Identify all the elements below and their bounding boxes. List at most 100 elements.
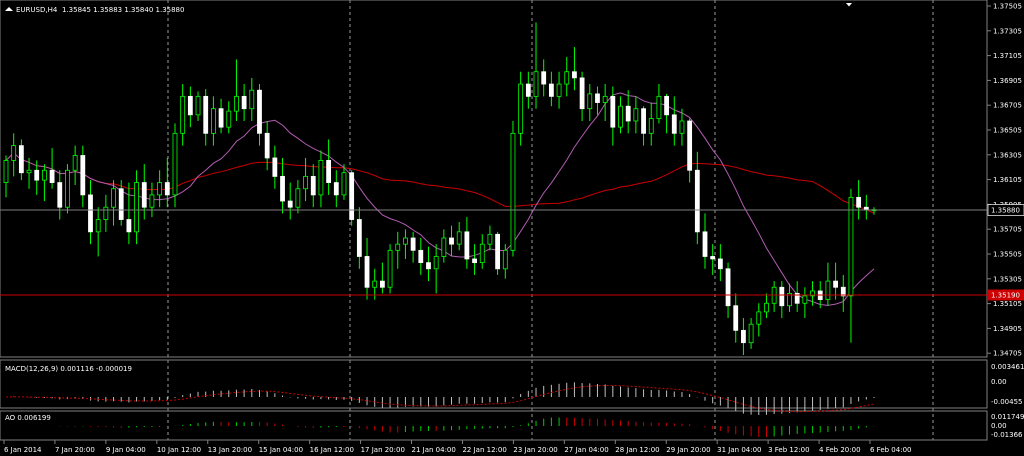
- candle[interactable]: [548, 71, 554, 107]
- candle[interactable]: [687, 118, 693, 183]
- candle[interactable]: [433, 244, 439, 294]
- candle[interactable]: [602, 84, 608, 121]
- candle[interactable]: [65, 164, 70, 214]
- candle[interactable]: [671, 96, 677, 146]
- candle[interactable]: [625, 90, 631, 134]
- candle[interactable]: [441, 229, 447, 263]
- candle[interactable]: [733, 293, 739, 343]
- candle[interactable]: [272, 145, 278, 189]
- candle[interactable]: [395, 231, 401, 269]
- candle[interactable]: [103, 194, 109, 232]
- candle[interactable]: [310, 164, 316, 208]
- candle[interactable]: [694, 151, 700, 245]
- candle[interactable]: [541, 59, 547, 97]
- candle[interactable]: [472, 244, 477, 275]
- candle[interactable]: [656, 84, 662, 124]
- candle[interactable]: [364, 238, 370, 300]
- candle[interactable]: [403, 229, 408, 259]
- candle[interactable]: [710, 244, 716, 275]
- candle[interactable]: [210, 96, 216, 146]
- candle[interactable]: [241, 84, 247, 121]
- candle[interactable]: [525, 71, 531, 109]
- candle[interactable]: [572, 47, 577, 91]
- candle[interactable]: [664, 93, 670, 134]
- candle[interactable]: [533, 22, 539, 109]
- candle[interactable]: [226, 101, 232, 134]
- candle[interactable]: [510, 121, 516, 257]
- candle[interactable]: [702, 213, 708, 269]
- candle[interactable]: [794, 281, 800, 312]
- candle[interactable]: [18, 139, 24, 181]
- candle[interactable]: [449, 225, 454, 257]
- candle[interactable]: [349, 170, 355, 226]
- candle[interactable]: [249, 77, 255, 121]
- candle[interactable]: [257, 84, 262, 146]
- candle[interactable]: [833, 262, 838, 300]
- candle[interactable]: [595, 86, 600, 115]
- candle[interactable]: [802, 287, 808, 319]
- candle[interactable]: [848, 188, 854, 343]
- candle[interactable]: [495, 231, 501, 275]
- candle[interactable]: [871, 207, 877, 215]
- candle[interactable]: [717, 244, 723, 282]
- candle[interactable]: [464, 217, 470, 269]
- candle[interactable]: [479, 234, 485, 269]
- candle[interactable]: [95, 207, 101, 257]
- candle[interactable]: [141, 164, 147, 220]
- candle[interactable]: [618, 96, 623, 134]
- candle[interactable]: [149, 182, 155, 218]
- candle[interactable]: [234, 59, 239, 121]
- candle[interactable]: [756, 303, 762, 337]
- candle[interactable]: [295, 180, 301, 214]
- candle[interactable]: [333, 170, 339, 208]
- candle[interactable]: [633, 96, 639, 134]
- candle[interactable]: [771, 281, 777, 312]
- candle[interactable]: [3, 155, 9, 198]
- candle[interactable]: [195, 91, 201, 121]
- candle[interactable]: [218, 98, 224, 134]
- candle[interactable]: [764, 293, 769, 319]
- candle[interactable]: [280, 157, 285, 214]
- candle[interactable]: [180, 84, 186, 146]
- candle[interactable]: [556, 71, 562, 109]
- candle[interactable]: [80, 145, 86, 208]
- candle[interactable]: [318, 150, 324, 208]
- candle[interactable]: [11, 133, 17, 177]
- candle[interactable]: [587, 84, 593, 121]
- mt4-chart-window[interactable]: 1.37505 1.37305 1.37105 1.36905 1.36705 1.365…: [0, 0, 1024, 456]
- candle[interactable]: [42, 164, 47, 202]
- candle[interactable]: [379, 262, 385, 294]
- candle[interactable]: [88, 180, 93, 245]
- candle[interactable]: [356, 207, 362, 269]
- candle[interactable]: [126, 182, 132, 245]
- candle[interactable]: [410, 231, 416, 263]
- candle[interactable]: [187, 86, 193, 128]
- candle[interactable]: [787, 283, 792, 312]
- candle[interactable]: [326, 139, 332, 195]
- candle[interactable]: [518, 71, 524, 146]
- candle[interactable]: [172, 123, 178, 208]
- candle[interactable]: [487, 225, 493, 251]
- candle[interactable]: [387, 244, 393, 294]
- candle[interactable]: [856, 180, 862, 220]
- chart-shift-icon[interactable]: [846, 3, 852, 7]
- candle[interactable]: [287, 182, 293, 220]
- candle[interactable]: [641, 106, 646, 146]
- candle[interactable]: [72, 145, 78, 186]
- candle[interactable]: [426, 246, 431, 282]
- candle[interactable]: [863, 194, 869, 220]
- candle[interactable]: [725, 262, 731, 319]
- candle[interactable]: [203, 88, 209, 146]
- chart-canvas[interactable]: 1.37505 1.37305 1.37105 1.36905 1.36705 1.365…: [0, 0, 1024, 456]
- candle[interactable]: [57, 170, 63, 220]
- candle[interactable]: [264, 121, 270, 171]
- candle[interactable]: [840, 274, 846, 312]
- candlestick-series[interactable]: [3, 22, 877, 355]
- candle[interactable]: [579, 71, 585, 121]
- candle[interactable]: [779, 281, 785, 319]
- candle[interactable]: [748, 318, 754, 349]
- candle[interactable]: [157, 170, 163, 208]
- candle[interactable]: [741, 318, 746, 355]
- candle[interactable]: [564, 56, 570, 97]
- candle[interactable]: [648, 102, 654, 146]
